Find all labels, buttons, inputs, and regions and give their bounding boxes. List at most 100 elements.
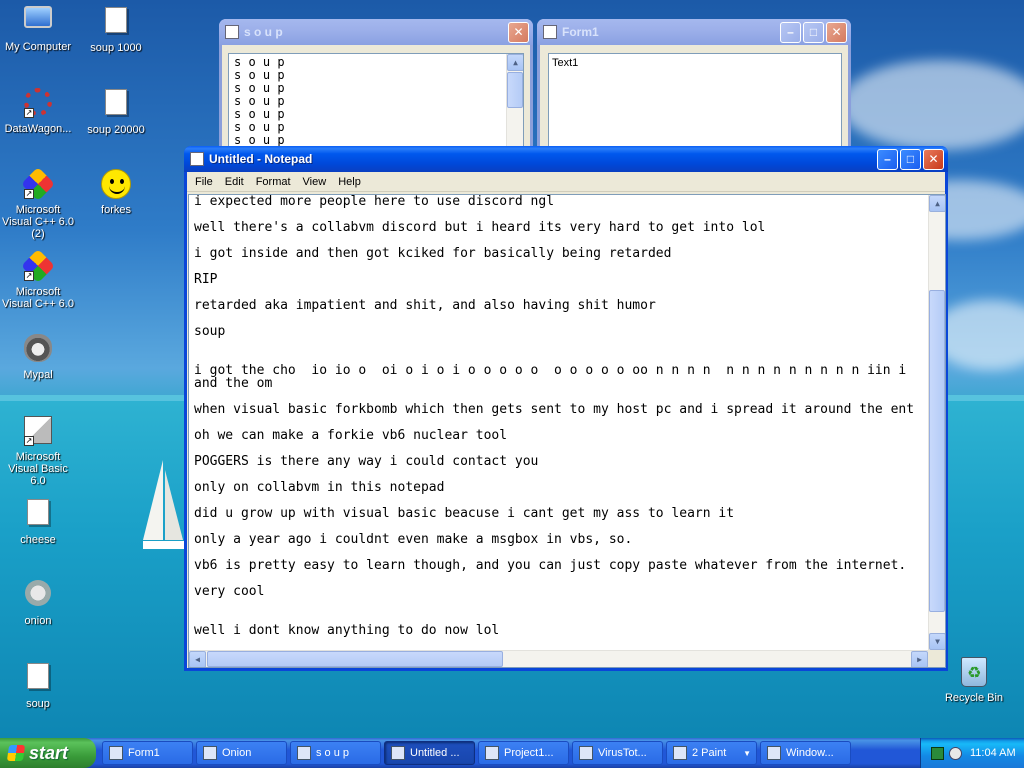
text-line: RIP [194, 272, 218, 287]
visual-basic-icon [485, 746, 499, 760]
clock[interactable]: 11:04 AM [970, 747, 1016, 759]
recycle-bin-icon [961, 657, 987, 687]
desktop-icon-soup[interactable]: soup [0, 660, 76, 710]
size-grip[interactable] [928, 650, 945, 667]
vertical-scrollbar[interactable]: ▲ ▼ [928, 195, 945, 650]
notepad-icon [190, 152, 204, 166]
system-tray: 11:04 AM [920, 738, 1024, 768]
text-line: did u grow up with visual basic beacuse … [194, 506, 735, 521]
minimize-button[interactable]: – [877, 148, 898, 170]
notepad-text-area[interactable]: i expected more people here to use disco… [188, 194, 946, 668]
desktop-icon-onion[interactable]: onion [0, 578, 76, 627]
minimize-button[interactable]: – [780, 21, 801, 43]
text-line: vb6 is pretty easy to learn though, and … [194, 558, 907, 573]
desktop-icon-cheese[interactable]: cheese [0, 496, 76, 546]
desktop-icon-forkes[interactable]: forkes [78, 168, 154, 216]
form1-window-titlebar[interactable]: Form1 – □ ✕ [537, 19, 851, 45]
vb-form-icon [109, 746, 123, 760]
desktop-icon-soup-20000[interactable]: soup 20000 [78, 86, 154, 136]
smiley-icon [101, 169, 131, 199]
maximize-button[interactable]: □ [803, 21, 824, 43]
taskbar-button-paint[interactable]: 2 Paint ▼ [666, 741, 757, 765]
desktop-icon-soup-1000[interactable]: soup 1000 [78, 4, 154, 54]
vb-form-icon [543, 25, 557, 39]
scroll-down-arrow-icon[interactable]: ▼ [929, 633, 945, 650]
text-line: well there's a collabvm discord but i he… [194, 220, 766, 235]
text-file-icon [27, 663, 49, 689]
scroll-left-arrow-icon[interactable]: ◀ [189, 651, 206, 667]
text-line: soup [194, 324, 226, 339]
paint-icon [673, 746, 687, 760]
scroll-up-arrow-icon[interactable]: ▲ [507, 54, 523, 71]
onion-icon [203, 746, 217, 760]
menu-view[interactable]: View [297, 176, 333, 188]
text-file-icon [105, 89, 127, 115]
sailboat-image [143, 460, 185, 549]
taskbar-button-soup[interactable]: s o u p [290, 741, 381, 765]
window-title: Form1 [562, 25, 599, 39]
tray-app-icon[interactable] [931, 746, 944, 760]
onion-icon [25, 580, 51, 606]
windows-logo-icon [6, 745, 26, 761]
notepad-icon [391, 746, 405, 760]
textbox-value: Text1 [552, 57, 579, 69]
mypal-raccoon-icon [24, 334, 52, 362]
scroll-right-arrow-icon[interactable]: ▶ [911, 651, 928, 667]
my-computer-icon [24, 6, 52, 28]
menu-format[interactable]: Format [250, 176, 297, 188]
notepad-titlebar[interactable]: Untitled - Notepad – □ ✕ [184, 146, 948, 172]
desktop-icon-visual-cpp[interactable]: ↗ Microsoft Visual C++ 6.0 [0, 249, 76, 310]
vb-form-icon [297, 746, 311, 760]
text-line: oh we can make a forkie vb6 nuclear tool [194, 428, 508, 443]
taskbar-button-window[interactable]: Window... [760, 741, 851, 765]
maximize-button[interactable]: □ [900, 148, 921, 170]
text-line: only on collabvm in this notepad [194, 480, 445, 495]
taskbar-button-virustotal[interactable]: VirusTot... [572, 741, 663, 765]
form1-window: Form1 – □ ✕ Text1 [537, 19, 851, 163]
window-title: s o u p [244, 25, 283, 39]
taskbar-button-onion[interactable]: Onion [196, 741, 287, 765]
window-icon [767, 746, 781, 760]
text-line: retarded aka impatient and shit, and als… [194, 298, 656, 313]
taskbar-button-form1[interactable]: Form1 [102, 741, 193, 765]
menu-help[interactable]: Help [332, 176, 367, 188]
horizontal-scrollbar[interactable]: ◀ ▶ [189, 650, 928, 667]
close-button[interactable]: ✕ [508, 21, 529, 43]
soup-window-titlebar[interactable]: s o u p ✕ [219, 19, 533, 45]
desktop-icon-my-computer[interactable]: My Computer [0, 4, 76, 53]
start-button[interactable]: start [0, 738, 96, 768]
text-line: i expected more people here to use disco… [194, 194, 555, 209]
text-line: POGGERS is there any way i could contact… [194, 454, 539, 469]
text-file-icon [105, 7, 127, 33]
desktop-icon-visual-cpp-2[interactable]: ↗ Microsoft Visual C++ 6.0 (2) [0, 167, 76, 240]
volume-icon[interactable] [949, 746, 962, 760]
desktop-icon-mypal[interactable]: Mypal [0, 332, 76, 381]
menu-file[interactable]: File [189, 176, 219, 188]
text-line: only a year ago i couldnt even make a ms… [194, 532, 633, 547]
scroll-thumb[interactable] [207, 651, 503, 667]
text-file-icon [27, 499, 49, 525]
taskbar-button-notepad[interactable]: Untitled ... [384, 741, 475, 765]
scroll-thumb[interactable] [507, 72, 523, 108]
menu-bar: File Edit Format View Help [187, 172, 945, 192]
desktop-icon-datawagon[interactable]: ↗ DataWagon... [0, 86, 76, 135]
taskbar: start Form1 Onion s o u p Untitled ... P… [0, 738, 1024, 768]
text-line: and the om [194, 376, 273, 391]
vb-form-icon [225, 25, 239, 39]
window-title: Untitled - Notepad [209, 152, 313, 166]
text-line: very cool [194, 584, 265, 599]
close-button[interactable]: ✕ [923, 148, 944, 170]
text-line: i got the cho io io o oi o i o i o o o o… [194, 363, 907, 378]
notepad-window: Untitled - Notepad – □ ✕ File Edit Forma… [184, 146, 948, 671]
chevron-down-icon: ▼ [743, 748, 751, 758]
text-line: i got inside and then got kciked for bas… [194, 246, 672, 261]
scroll-thumb[interactable] [929, 290, 945, 612]
text-line: well i dont know anything to do now lol [194, 623, 500, 638]
menu-edit[interactable]: Edit [219, 176, 250, 188]
taskbar-button-project1[interactable]: Project1... [478, 741, 569, 765]
mypal-raccoon-icon [579, 746, 593, 760]
scroll-up-arrow-icon[interactable]: ▲ [929, 195, 945, 212]
desktop-icon-visual-basic[interactable]: ↗ Microsoft Visual Basic 6.0 [0, 414, 76, 487]
close-button[interactable]: ✕ [826, 21, 847, 43]
text-line: when visual basic forkbomb which then ge… [194, 402, 915, 417]
